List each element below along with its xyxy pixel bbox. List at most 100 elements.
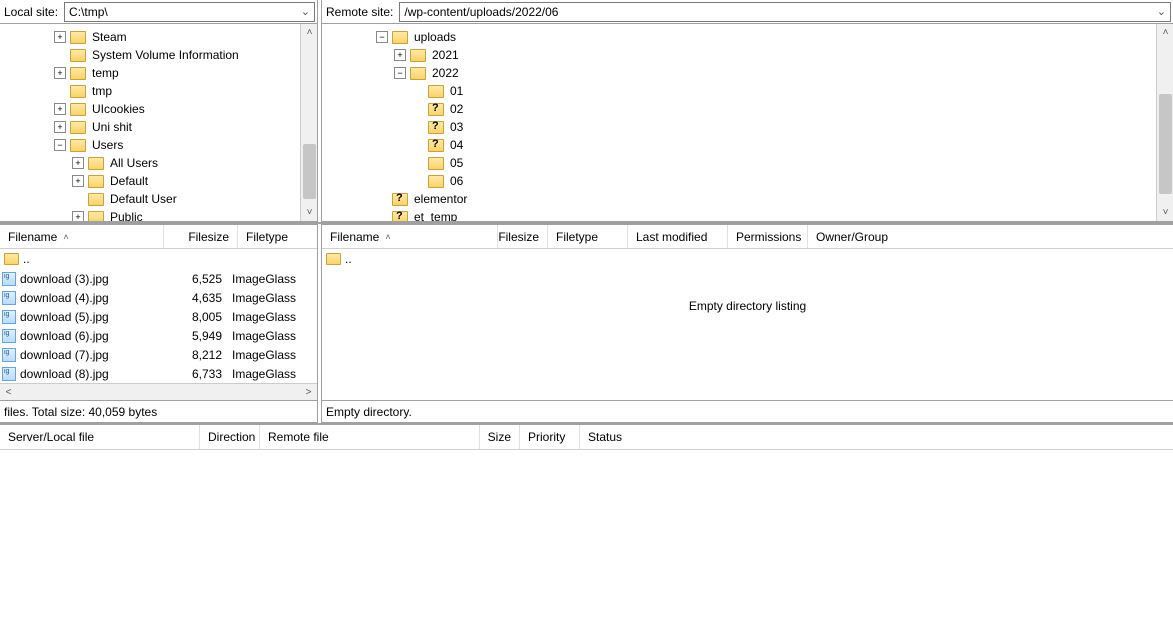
expand-icon[interactable]: + xyxy=(54,31,66,43)
tree-spacer xyxy=(54,49,66,61)
local-path-input[interactable]: C:\tmp\ ⌄ xyxy=(64,2,315,22)
local-tree-pane: Local site: C:\tmp\ ⌄ +SteamSystem Volum… xyxy=(0,0,318,222)
expand-icon[interactable]: + xyxy=(54,67,66,79)
tree-item[interactable]: System Volume Information xyxy=(0,46,300,64)
column-filesize[interactable]: Filesize xyxy=(164,225,238,248)
image-file-icon xyxy=(2,291,16,305)
remote-tree[interactable]: −uploads+2021−2022010203040506elementore… xyxy=(322,24,1156,221)
file-row[interactable]: download (5).jpg8,005ImageGlass xyxy=(0,307,317,326)
local-tree-scrollbar[interactable]: ˄ ˅ xyxy=(300,24,317,221)
file-size: 5,949 xyxy=(160,329,232,343)
column-filetype[interactable]: Filetype xyxy=(548,225,628,248)
column-filename[interactable]: Filename˄ xyxy=(0,225,164,248)
collapse-icon[interactable]: − xyxy=(54,139,66,151)
local-path-text: C:\tmp\ xyxy=(69,5,108,19)
folder-icon xyxy=(70,49,86,62)
tree-item[interactable]: −uploads xyxy=(322,28,1156,46)
column-filetype[interactable]: Filetype xyxy=(238,225,317,248)
tree-item-label: 2021 xyxy=(430,48,461,62)
file-name: download (6).jpg xyxy=(20,329,109,343)
tree-item[interactable]: elementor xyxy=(322,190,1156,208)
expand-icon[interactable]: + xyxy=(72,157,84,169)
tree-item[interactable]: +All Users xyxy=(0,154,300,172)
tree-item[interactable]: 02 xyxy=(322,100,1156,118)
parent-dir-row[interactable]: .. xyxy=(322,249,1173,269)
tree-spacer xyxy=(376,211,388,221)
tree-item[interactable]: +Public xyxy=(0,208,300,221)
column-permissions[interactable]: Permissions xyxy=(728,225,808,248)
tree-item[interactable]: +Default xyxy=(0,172,300,190)
collapse-icon[interactable]: − xyxy=(394,67,406,79)
tree-item[interactable]: tmp xyxy=(0,82,300,100)
tree-item[interactable]: 06 xyxy=(322,172,1156,190)
tree-item[interactable]: 05 xyxy=(322,154,1156,172)
column-server-local[interactable]: Server/Local file xyxy=(0,425,200,449)
chevron-down-icon[interactable]: ⌄ xyxy=(301,5,310,18)
column-filename[interactable]: Filename˄ xyxy=(322,225,498,248)
file-row[interactable]: download (7).jpg8,212ImageGlass xyxy=(0,345,317,364)
expand-icon[interactable]: + xyxy=(54,103,66,115)
tree-item[interactable]: +Steam xyxy=(0,28,300,46)
tree-item-label: 06 xyxy=(448,174,465,188)
queue-columns: Server/Local file Direction Remote file … xyxy=(0,423,1173,449)
folder-icon xyxy=(88,157,104,170)
column-size[interactable]: Size xyxy=(480,425,520,449)
scroll-right-icon[interactable]: ˃ xyxy=(300,387,317,398)
chevron-down-icon[interactable]: ⌄ xyxy=(1157,5,1166,18)
remote-path-input[interactable]: /wp-content/uploads/2022/06 ⌄ xyxy=(399,2,1171,22)
folder-icon xyxy=(70,67,86,80)
remote-site-label: Remote site: xyxy=(322,5,397,19)
scroll-down-icon[interactable]: ˅ xyxy=(301,204,317,221)
tree-item[interactable]: +2021 xyxy=(322,46,1156,64)
column-owner[interactable]: Owner/Group xyxy=(808,225,1173,248)
file-row[interactable]: download (3).jpg6,525ImageGlass xyxy=(0,269,317,288)
image-file-icon xyxy=(2,367,16,381)
tree-item[interactable]: −2022 xyxy=(322,64,1156,82)
tree-item[interactable]: Default User xyxy=(0,190,300,208)
tree-item[interactable]: 04 xyxy=(322,136,1156,154)
scroll-left-icon[interactable]: ˂ xyxy=(0,387,17,398)
file-row[interactable]: download (6).jpg5,949ImageGlass xyxy=(0,326,317,345)
column-lastmodified[interactable]: Last modified xyxy=(628,225,728,248)
file-row[interactable]: download (4).jpg4,635ImageGlass xyxy=(0,288,317,307)
scrollbar-thumb[interactable] xyxy=(1159,94,1172,194)
remote-tree-scrollbar[interactable]: ˄ ˅ xyxy=(1156,24,1173,221)
expand-icon[interactable]: + xyxy=(72,211,84,221)
collapse-icon[interactable]: − xyxy=(376,31,388,43)
unknown-folder-icon xyxy=(428,103,444,116)
column-filesize[interactable]: Filesize xyxy=(498,225,548,248)
tree-item[interactable]: − Users xyxy=(0,136,300,154)
tree-item-label: Users xyxy=(90,138,125,152)
queue-body[interactable] xyxy=(0,449,1173,636)
scroll-up-icon[interactable]: ˄ xyxy=(301,24,317,41)
folder-icon xyxy=(428,85,444,98)
column-priority[interactable]: Priority xyxy=(520,425,580,449)
folder-icon xyxy=(88,175,104,188)
column-remote-file[interactable]: Remote file xyxy=(260,425,480,449)
file-row[interactable]: download (8).jpg6,733ImageGlass xyxy=(0,364,317,383)
scrollbar-thumb[interactable] xyxy=(303,144,316,199)
scroll-down-icon[interactable]: ˅ xyxy=(1157,204,1173,221)
parent-dir-row[interactable]: .. xyxy=(0,249,317,269)
expand-icon[interactable]: + xyxy=(72,175,84,187)
expand-icon[interactable]: + xyxy=(54,121,66,133)
local-tree[interactable]: +SteamSystem Volume Information+temptmp+… xyxy=(0,24,300,221)
remote-file-list[interactable]: .. Empty directory listing xyxy=(322,249,1173,400)
tree-item[interactable]: 01 xyxy=(322,82,1156,100)
tree-item[interactable]: +Uni shit xyxy=(0,118,300,136)
folder-icon xyxy=(70,139,86,152)
tree-item[interactable]: +temp xyxy=(0,64,300,82)
column-direction[interactable]: Direction xyxy=(200,425,260,449)
local-columns: Filename˄ Filesize Filetype xyxy=(0,225,317,249)
local-file-list[interactable]: .. download (3).jpg6,525ImageGlassdownlo… xyxy=(0,249,317,383)
tree-item[interactable]: et_temp xyxy=(322,208,1156,221)
local-list-hscrollbar[interactable]: ˂ ˃ xyxy=(0,383,317,400)
tree-item[interactable]: +UIcookies xyxy=(0,100,300,118)
scroll-up-icon[interactable]: ˄ xyxy=(1157,24,1173,41)
tree-item[interactable]: 03 xyxy=(322,118,1156,136)
column-status[interactable]: Status xyxy=(580,425,1173,449)
expand-icon[interactable]: + xyxy=(394,49,406,61)
tree-item-label: Default User xyxy=(108,192,179,206)
tree-spacer xyxy=(412,103,424,115)
file-name: download (8).jpg xyxy=(20,367,109,381)
